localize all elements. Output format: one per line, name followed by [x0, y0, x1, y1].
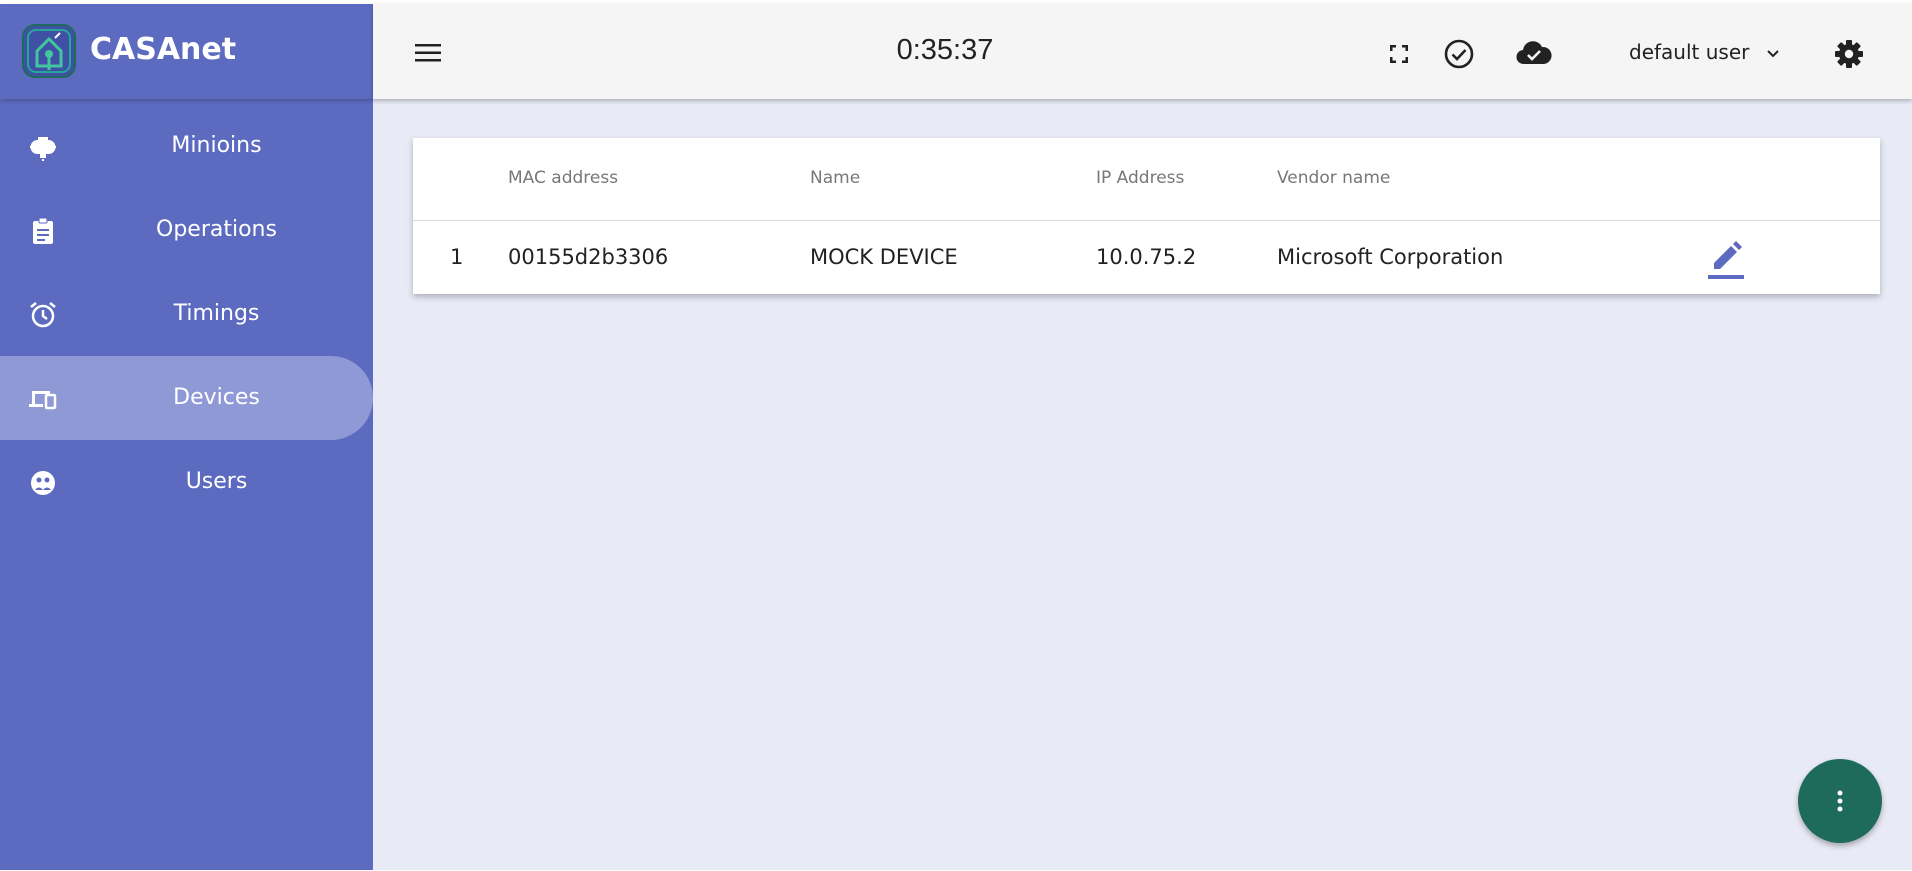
user-name: default user: [1629, 40, 1750, 64]
sidebar-item-label: Timings: [173, 301, 260, 326]
brand-name: CASAnet: [90, 32, 237, 67]
alarm-clock-icon: [30, 302, 56, 328]
edit-pencil-icon[interactable]: [1706, 239, 1746, 281]
cell-name: MOCK DEVICE: [810, 245, 958, 269]
check-circle-icon[interactable]: [1443, 38, 1475, 70]
table-row: 1 00155d2b3306 MOCK DEVICE 10.0.75.2 Mic…: [413, 221, 1880, 294]
sidebar-item-minioins[interactable]: Minioins: [0, 104, 373, 188]
column-header-name: Name: [810, 168, 861, 188]
users-icon: [31, 471, 55, 495]
column-header-vendor: Vendor name: [1277, 168, 1391, 188]
row-index: 1: [450, 245, 464, 269]
sidebar-item-devices[interactable]: Devices: [0, 356, 373, 440]
app-root: CASAnet Minioins Operations Timings Devi…: [0, 4, 1912, 870]
sidebar-item-label: Users: [185, 469, 248, 494]
brand-header: CASAnet: [0, 4, 373, 99]
more-actions-fab[interactable]: [1798, 759, 1882, 843]
cell-mac: 00155d2b3306: [508, 245, 669, 269]
sidebar-item-label: Minioins: [171, 133, 262, 158]
fullscreen-icon[interactable]: [1387, 42, 1411, 66]
sidebar-item-users[interactable]: Users: [0, 440, 373, 524]
top-app-bar: 0:35:37 default user: [373, 4, 1912, 99]
devices-table: MAC address Name IP Address Vendor name …: [413, 138, 1880, 294]
chevron-down-icon: [1767, 49, 1779, 57]
cloud-done-icon[interactable]: [1515, 38, 1553, 68]
lightbulb-icon: [30, 137, 56, 161]
clock-display: 0:35:37: [896, 34, 994, 66]
table-header: MAC address Name IP Address Vendor name: [413, 138, 1880, 221]
hamburger-menu-icon[interactable]: [413, 38, 443, 68]
user-select[interactable]: default user: [1629, 40, 1780, 64]
sidebar-nav: Minioins Operations Timings Devices User…: [0, 104, 373, 524]
casanet-logo-icon: [22, 24, 76, 78]
cell-vendor: Microsoft Corporation: [1277, 245, 1504, 269]
sidebar-item-timings[interactable]: Timings: [0, 272, 373, 356]
sidebar: CASAnet Minioins Operations Timings Devi…: [0, 4, 373, 870]
column-header-ip: IP Address: [1096, 168, 1185, 188]
sidebar-item-operations[interactable]: Operations: [0, 188, 373, 272]
more-vert-icon: [1837, 790, 1843, 812]
devices-icon: [29, 391, 57, 410]
sidebar-item-label: Devices: [173, 385, 260, 410]
cell-ip: 10.0.75.2: [1096, 245, 1197, 269]
settings-gear-icon[interactable]: [1833, 38, 1865, 70]
sidebar-item-label: Operations: [156, 217, 277, 242]
clipboard-icon: [33, 217, 53, 244]
column-header-mac: MAC address: [508, 168, 619, 188]
